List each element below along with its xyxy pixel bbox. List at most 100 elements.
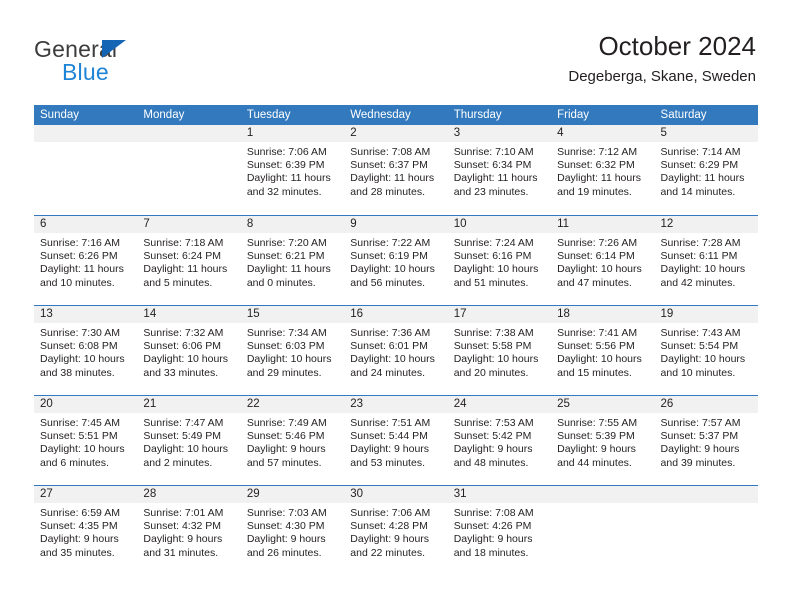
calendar-week-row: 6 Sunrise: 7:16 AM Sunset: 6:26 PM Daylight…	[34, 215, 758, 305]
day-details	[34, 142, 137, 146]
day-details: Sunrise: 7:34 AM Sunset: 6:03 PM Daylight:…	[241, 323, 344, 380]
page-title: October 2024	[598, 31, 756, 61]
daylight-text: Daylight: 10 hours	[660, 353, 746, 366]
day-number: 16	[344, 306, 448, 323]
day-number: 9	[344, 216, 448, 233]
sunrise-text: Sunrise: 7:43 AM	[660, 327, 741, 339]
daylight-text: and 44 minutes.	[557, 456, 632, 469]
calendar-day-cell-15[interactable]: 15 Sunrise: 7:34 AM Sunset: 6:03 PM Dayligh…	[240, 306, 345, 395]
daylight-text: and 14 minutes.	[660, 185, 736, 198]
day-number	[654, 486, 758, 503]
calendar-day-cell-17[interactable]: 17 Sunrise: 7:38 AM Sunset: 5:58 PM Dayligh…	[447, 306, 552, 395]
daylight-text: and 19 minutes.	[557, 185, 632, 198]
sunrise-text: Sunrise: 7:06 AM	[350, 507, 431, 519]
day-number: 27	[34, 486, 138, 503]
calendar-day-cell-4[interactable]: 4 Sunrise: 7:12 AM Sunset: 6:32 PM Daylight…	[551, 125, 655, 215]
calendar-day-cell-9[interactable]: 9 Sunrise: 7:22 AM Sunset: 6:19 PM Daylight…	[344, 216, 448, 305]
calendar-day-cell-3[interactable]: 3 Sunrise: 7:10 AM Sunset: 6:34 PM Daylight…	[447, 125, 552, 215]
general-blue-logo: General Blue	[34, 36, 214, 88]
calendar-day-cell-1[interactable]: 1 Sunrise: 7:06 AM Sunset: 6:39 PM Daylight…	[240, 125, 345, 215]
calendar-day-cell-5[interactable]: 5 Sunrise: 7:14 AM Sunset: 6:29 PM Daylight…	[654, 125, 758, 215]
day-details: Sunrise: 7:30 AM Sunset: 6:08 PM Daylight:…	[34, 323, 137, 380]
weekday-header-friday: Friday	[557, 109, 590, 121]
daylight-text: and 22 minutes.	[350, 546, 425, 559]
calendar-day-cell-13[interactable]: 13 Sunrise: 7:30 AM Sunset: 6:08 PM Dayligh…	[34, 306, 138, 395]
calendar-day-cell-2[interactable]: 2 Sunrise: 7:08 AM Sunset: 6:37 PM Daylight…	[344, 125, 448, 215]
sunset-text: Sunset: 4:30 PM	[246, 520, 325, 533]
day-number: 4	[551, 125, 655, 142]
day-details: Sunrise: 7:06 AM Sunset: 6:39 PM Daylight:…	[241, 142, 344, 199]
calendar-day-cell-14[interactable]: 14 Sunrise: 7:32 AM Sunset: 6:06 PM Dayligh…	[137, 306, 241, 395]
sunset-text: Sunset: 5:46 PM	[246, 430, 325, 443]
daylight-text: Daylight: 10 hours	[350, 353, 435, 366]
sunrise-text: Sunrise: 7:16 AM	[40, 237, 120, 249]
weekday-header-saturday: Saturday	[660, 109, 707, 121]
calendar-day-cell-16[interactable]: 16 Sunrise: 7:36 AM Sunset: 6:01 PM Dayligh…	[344, 306, 448, 395]
calendar-day-cell-29[interactable]: 29 Sunrise: 7:03 AM Sunset: 4:30 PM Dayligh…	[240, 486, 345, 575]
sunrise-text: Sunrise: 7:30 AM	[40, 327, 120, 339]
calendar-day-cell-28[interactable]: 28 Sunrise: 7:01 AM Sunset: 4:32 PM Dayligh…	[137, 486, 241, 575]
daylight-text: Daylight: 9 hours	[246, 443, 326, 456]
sunrise-text: Sunrise: 7:24 AM	[453, 237, 534, 249]
sunrise-text: Sunrise: 7:28 AM	[660, 237, 741, 249]
calendar-day-cell-25[interactable]: 25 Sunrise: 7:55 AM Sunset: 5:39 PM Dayligh…	[551, 396, 655, 485]
sunrise-text: Sunrise: 7:22 AM	[350, 237, 431, 249]
day-details: Sunrise: 7:51 AM Sunset: 5:44 PM Daylight:…	[344, 413, 447, 470]
calendar-day-cell-6[interactable]: 6 Sunrise: 7:16 AM Sunset: 6:26 PM Daylight…	[34, 216, 138, 305]
calendar-day-cell-10[interactable]: 10 Sunrise: 7:24 AM Sunset: 6:16 PM Dayligh…	[447, 216, 552, 305]
day-number: 15	[240, 306, 345, 323]
day-details	[655, 503, 758, 507]
sunset-text: Sunset: 6:21 PM	[246, 250, 325, 263]
daylight-text: and 20 minutes.	[453, 366, 529, 379]
day-details: Sunrise: 7:28 AM Sunset: 6:11 PM Daylight:…	[655, 233, 758, 290]
day-number: 3	[447, 125, 552, 142]
calendar-day-cell-8[interactable]: 8 Sunrise: 7:20 AM Sunset: 6:21 PM Daylight…	[240, 216, 345, 305]
daylight-text: and 42 minutes.	[660, 276, 736, 289]
sunrise-text: Sunrise: 7:47 AM	[143, 417, 224, 429]
daylight-text: and 32 minutes.	[246, 185, 322, 198]
daylight-text: Daylight: 10 hours	[453, 353, 539, 366]
calendar-day-cell-18[interactable]: 18 Sunrise: 7:41 AM Sunset: 5:56 PM Dayligh…	[551, 306, 655, 395]
calendar-day-cell-26[interactable]: 26 Sunrise: 7:57 AM Sunset: 5:37 PM Dayligh…	[654, 396, 758, 485]
calendar-day-cell-23[interactable]: 23 Sunrise: 7:51 AM Sunset: 5:44 PM Dayligh…	[344, 396, 448, 485]
calendar-day-cell-22[interactable]: 22 Sunrise: 7:49 AM Sunset: 5:46 PM Dayligh…	[240, 396, 345, 485]
day-number	[34, 125, 138, 142]
daylight-text: and 28 minutes.	[350, 185, 425, 198]
daylight-text: and 31 minutes.	[143, 546, 219, 559]
day-details: Sunrise: 7:12 AM Sunset: 6:32 PM Daylight:…	[551, 142, 654, 199]
sunrise-text: Sunrise: 7:03 AM	[246, 507, 327, 519]
day-number: 1	[240, 125, 345, 142]
day-number	[551, 486, 655, 503]
day-number: 30	[344, 486, 448, 503]
day-details	[137, 142, 240, 146]
calendar-day-cell-20[interactable]: 20 Sunrise: 7:45 AM Sunset: 5:51 PM Dayligh…	[34, 396, 138, 485]
daylight-text: and 39 minutes.	[660, 456, 736, 469]
sunset-text: Sunset: 6:26 PM	[40, 250, 118, 263]
daylight-text: Daylight: 9 hours	[143, 533, 223, 546]
day-number: 8	[240, 216, 345, 233]
calendar-weeks: 1 Sunrise: 7:06 AM Sunset: 6:39 PM Daylight…	[34, 125, 758, 575]
daylight-text: Daylight: 10 hours	[453, 263, 539, 276]
sunset-text: Sunset: 5:49 PM	[143, 430, 222, 443]
sunrise-text: Sunrise: 7:01 AM	[143, 507, 224, 519]
calendar-day-cell-11[interactable]: 11 Sunrise: 7:26 AM Sunset: 6:14 PM Dayligh…	[551, 216, 655, 305]
day-details: Sunrise: 7:49 AM Sunset: 5:46 PM Daylight:…	[241, 413, 344, 470]
calendar-day-cell-21[interactable]: 21 Sunrise: 7:47 AM Sunset: 5:49 PM Dayligh…	[137, 396, 241, 485]
calendar-day-cell-7[interactable]: 7 Sunrise: 7:18 AM Sunset: 6:24 PM Daylight…	[137, 216, 241, 305]
calendar-day-cell-27[interactable]: 27 Sunrise: 6:59 AM Sunset: 4:35 PM Dayligh…	[34, 486, 138, 575]
day-details: Sunrise: 7:01 AM Sunset: 4:32 PM Daylight:…	[137, 503, 240, 560]
day-details: Sunrise: 7:03 AM Sunset: 4:30 PM Daylight:…	[241, 503, 344, 560]
calendar-day-cell-19[interactable]: 19 Sunrise: 7:43 AM Sunset: 5:54 PM Dayligh…	[654, 306, 758, 395]
calendar-day-cell-24[interactable]: 24 Sunrise: 7:53 AM Sunset: 5:42 PM Dayligh…	[447, 396, 552, 485]
daylight-text: and 24 minutes.	[350, 366, 425, 379]
daylight-text: Daylight: 10 hours	[350, 263, 435, 276]
daylight-text: Daylight: 11 hours	[453, 172, 538, 185]
sunset-text: Sunset: 5:42 PM	[453, 430, 532, 443]
day-number: 23	[344, 396, 448, 413]
calendar-day-cell-31[interactable]: 31 Sunrise: 7:08 AM Sunset: 4:26 PM Dayligh…	[447, 486, 552, 575]
calendar-week-row: 20 Sunrise: 7:45 AM Sunset: 5:51 PM Dayligh…	[34, 395, 758, 485]
calendar-day-cell-12[interactable]: 12 Sunrise: 7:28 AM Sunset: 6:11 PM Dayligh…	[654, 216, 758, 305]
sunrise-text: Sunrise: 7:49 AM	[246, 417, 327, 429]
calendar-day-cell-30[interactable]: 30 Sunrise: 7:06 AM Sunset: 4:28 PM Dayligh…	[344, 486, 448, 575]
day-details: Sunrise: 7:41 AM Sunset: 5:56 PM Daylight:…	[551, 323, 654, 380]
